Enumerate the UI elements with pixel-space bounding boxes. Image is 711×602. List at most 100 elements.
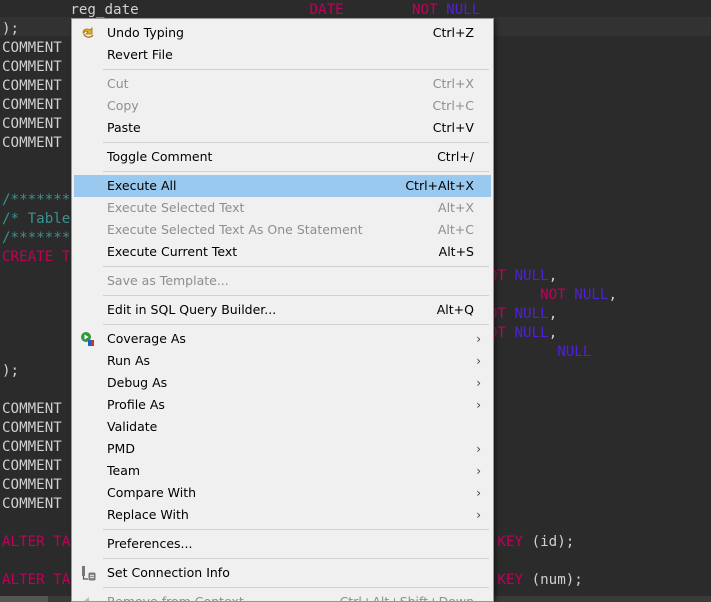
code-token: (id); bbox=[523, 534, 575, 550]
code-token: ALTER TA bbox=[2, 572, 71, 588]
menu-item-replace-with[interactable]: Replace With › bbox=[74, 504, 491, 526]
menu-item-undo-typing[interactable]: Undo Typing Ctrl+Z bbox=[74, 22, 491, 44]
code-token: COMMENT bbox=[2, 78, 62, 94]
menu-item-coverage-as[interactable]: Coverage As › bbox=[74, 328, 491, 350]
code-token: (num); bbox=[523, 572, 583, 588]
code-token: ); bbox=[2, 363, 20, 379]
code-token: NULL bbox=[437, 2, 481, 18]
code-token: COMMENT bbox=[2, 458, 62, 474]
code-line: COMMENT bbox=[2, 438, 62, 457]
menu-separator bbox=[103, 69, 489, 70]
code-line: COMMENT bbox=[2, 419, 62, 438]
code-token: NULL bbox=[505, 306, 549, 322]
code-token: COMMENT bbox=[2, 496, 62, 512]
remove-context-icon bbox=[80, 594, 96, 601]
menu-item-compare-with[interactable]: Compare With › bbox=[74, 482, 491, 504]
menu-item-shortcut: Alt+C bbox=[437, 222, 474, 237]
menu-item-label: Execute All bbox=[107, 178, 177, 193]
code-line: ); bbox=[2, 20, 19, 39]
menu-item-team[interactable]: Team › bbox=[74, 460, 491, 482]
code-token: /******* bbox=[2, 192, 71, 208]
submenu-arrow-icon: › bbox=[476, 486, 481, 500]
menu-item-label: Toggle Comment bbox=[107, 149, 213, 164]
menu-item-label: Replace With bbox=[107, 507, 189, 522]
menu-item-label: Run As bbox=[107, 353, 151, 368]
menu-item-validate[interactable]: Validate bbox=[74, 416, 491, 438]
menu-item-label: Paste bbox=[107, 120, 141, 135]
code-line: COMMENT bbox=[2, 77, 62, 96]
menu-separator bbox=[103, 266, 489, 267]
code-token: COMMENT bbox=[2, 97, 62, 113]
code-line: COMMENT bbox=[2, 495, 62, 514]
undo-arrow-icon bbox=[80, 25, 96, 41]
code-line: COMMENT bbox=[2, 58, 62, 77]
code-line: ); bbox=[2, 362, 19, 381]
submenu-arrow-icon: › bbox=[476, 354, 481, 368]
menu-item-debug-as[interactable]: Debug As › bbox=[74, 372, 491, 394]
menu-item-paste[interactable]: Paste Ctrl+V bbox=[74, 117, 491, 139]
menu-separator bbox=[103, 587, 489, 588]
menu-item-label: Coverage As bbox=[107, 331, 186, 346]
code-token: COMMENT bbox=[2, 420, 62, 436]
submenu-arrow-icon: › bbox=[476, 508, 481, 522]
code-line: COMMENT bbox=[2, 115, 62, 134]
menu-item-shortcut: Alt+X bbox=[438, 200, 474, 215]
menu-item-pmd[interactable]: PMD › bbox=[74, 438, 491, 460]
menu-item-edit-in-sql-query-builder[interactable]: Edit in SQL Query Builder... Alt+Q bbox=[74, 299, 491, 321]
code-line: COMMENT bbox=[2, 476, 62, 495]
code-token: NULL bbox=[565, 287, 609, 303]
menu-separator bbox=[103, 558, 489, 559]
menu-item-label: Cut bbox=[107, 76, 129, 91]
submenu-arrow-icon: › bbox=[476, 398, 481, 412]
connection-icon bbox=[80, 565, 96, 581]
code-line: /* Table bbox=[2, 210, 70, 229]
code-token: NULL bbox=[505, 325, 549, 341]
menu-item-toggle-comment[interactable]: Toggle Comment Ctrl+/ bbox=[74, 146, 491, 168]
menu-item-shortcut: Ctrl+Alt+X bbox=[405, 178, 474, 193]
code-line: COMMENT bbox=[2, 96, 62, 115]
submenu-arrow-icon: › bbox=[476, 376, 481, 390]
menu-item-shortcut: Ctrl+V bbox=[432, 120, 474, 135]
code-token: , bbox=[548, 306, 558, 322]
menu-item-label: Set Connection Info bbox=[107, 565, 230, 580]
menu-item-shortcut: Ctrl+X bbox=[432, 76, 474, 91]
code-token: COMMENT bbox=[2, 59, 62, 75]
code-token: COMMENT bbox=[2, 40, 62, 56]
menu-item-label: Edit in SQL Query Builder... bbox=[107, 302, 277, 317]
menu-item-remove-from-context: Remove from Context Ctrl+Alt+Shift+Down bbox=[74, 591, 491, 602]
code-line: COMMENT bbox=[2, 457, 62, 476]
submenu-arrow-icon: › bbox=[476, 332, 481, 346]
menu-item-preferences[interactable]: Preferences... bbox=[74, 533, 491, 555]
menu-item-run-as[interactable]: Run As › bbox=[74, 350, 491, 372]
code-token: CREATE T bbox=[2, 249, 71, 265]
code-token: reg_date bbox=[2, 2, 139, 18]
menu-item-execute-all[interactable]: Execute All Ctrl+Alt+X bbox=[74, 175, 491, 197]
menu-item-cut: Cut Ctrl+X bbox=[74, 73, 491, 95]
menu-item-shortcut: Ctrl+Alt+Shift+Down bbox=[339, 594, 474, 602]
code-line: /******* bbox=[2, 229, 70, 248]
menu-separator bbox=[103, 529, 489, 530]
scrollbar-thumb[interactable] bbox=[0, 596, 48, 602]
menu-item-label: Team bbox=[107, 463, 141, 478]
menu-item-set-connection-info[interactable]: Set Connection Info bbox=[74, 562, 491, 584]
menu-item-revert-file[interactable]: Revert File bbox=[74, 44, 491, 66]
code-token: , bbox=[548, 325, 558, 341]
menu-separator bbox=[103, 171, 489, 172]
menu-item-save-as-template: Save as Template... bbox=[74, 270, 491, 292]
menu-item-shortcut: Alt+Q bbox=[436, 302, 474, 317]
code-line: COMMENT bbox=[2, 39, 62, 58]
menu-separator bbox=[103, 142, 489, 143]
menu-item-label: Preferences... bbox=[107, 536, 193, 551]
menu-item-label: Execute Selected Text As One Statement bbox=[107, 222, 363, 237]
code-token: /******* bbox=[2, 230, 71, 246]
code-token: ALTER TA bbox=[2, 534, 71, 550]
code-token: COMMENT bbox=[2, 135, 62, 151]
code-line: /******* bbox=[2, 191, 70, 210]
code-token: ); bbox=[2, 21, 20, 37]
menu-item-execute-current-text[interactable]: Execute Current Text Alt+S bbox=[74, 241, 491, 263]
context-menu: Undo Typing Ctrl+Z Revert File Cut Ctrl+X Cop… bbox=[71, 18, 494, 602]
menu-item-label: Compare With bbox=[107, 485, 197, 500]
code-token: DATE bbox=[138, 2, 344, 18]
menu-item-profile-as[interactable]: Profile As › bbox=[74, 394, 491, 416]
menu-item-label: Undo Typing bbox=[107, 25, 184, 40]
